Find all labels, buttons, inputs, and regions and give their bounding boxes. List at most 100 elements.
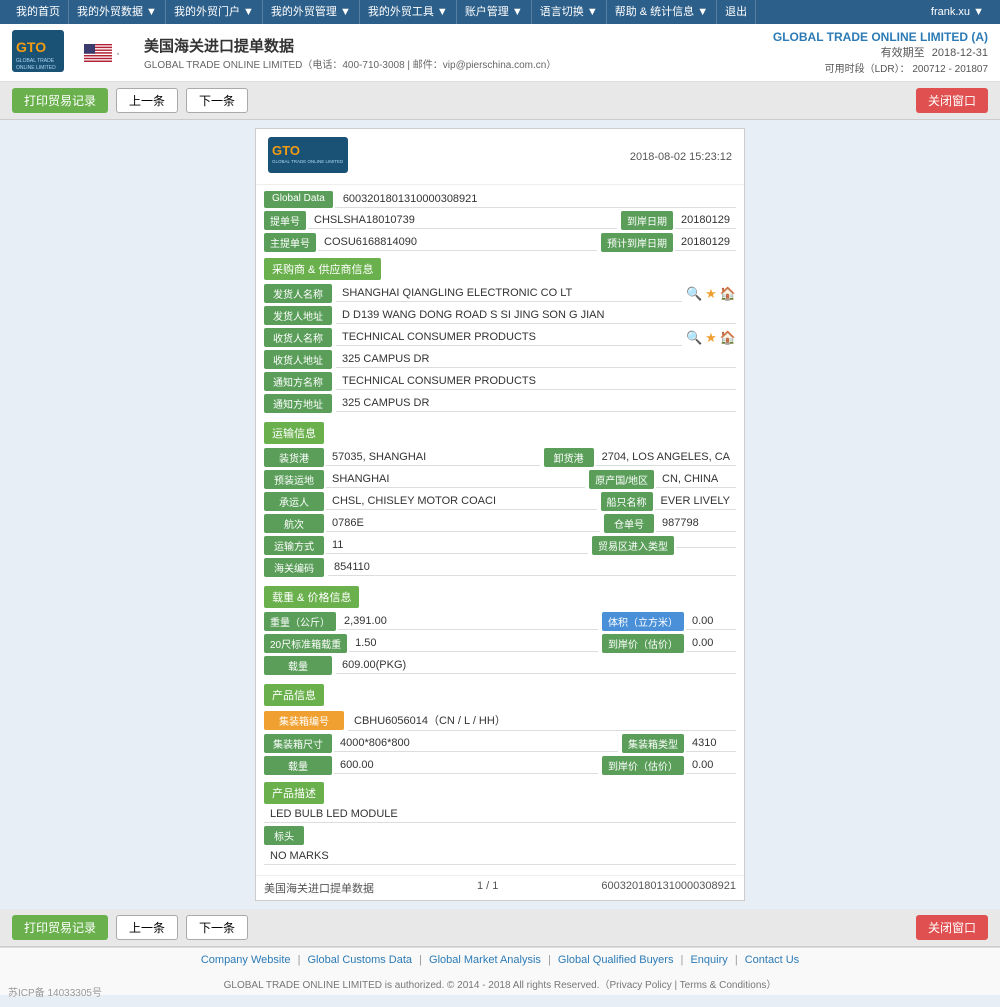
footer-global-customs[interactable]: Global Customs Data (308, 954, 413, 966)
weight-label: 重量（公斤） (264, 612, 336, 631)
search-icon[interactable]: 🔍 (686, 286, 702, 302)
nav-logout[interactable]: 退出 (717, 0, 756, 24)
star-icon[interactable]: ★ (705, 286, 717, 302)
footer-qualified-buyers[interactable]: Global Qualified Buyers (558, 954, 674, 966)
flag-separator: · (116, 46, 120, 60)
nav-account[interactable]: 账户管理 ▼ (457, 0, 532, 24)
master-bill-value: COSU6168814090 (318, 234, 597, 251)
top-toolbar: 打印贸易记录 上一条 下一条 关闭窗口 (0, 82, 1000, 120)
customs-code-label: 海关编码 (264, 558, 324, 577)
svg-text:ONLINE LIMITED: ONLINE LIMITED (16, 65, 56, 71)
shipping-section: 运输信息 装货港 57035, SHANGHAI 卸货港 2704, LOS A… (256, 422, 744, 586)
marks-row: 标头 (264, 826, 736, 845)
arrival-date-value: 20180129 (675, 212, 736, 229)
footer-company-website[interactable]: Company Website (201, 954, 291, 966)
nav-data[interactable]: 我的外贸数据 ▼ (69, 0, 166, 24)
container-no-label: 集装箱编号 (264, 711, 344, 730)
bottom-print-button[interactable]: 打印贸易记录 (12, 915, 108, 940)
close-button[interactable]: 关闭窗口 (916, 88, 988, 113)
shipper-addr-label: 发货人地址 (264, 306, 332, 325)
teu-estprice-row: 20尺标准箱载重 1.50 到岸价（估价） 0.00 (264, 634, 736, 653)
flag-area: · (84, 44, 120, 62)
product-quantity-label: 载量 (264, 756, 332, 775)
shipping-title: 运输信息 (264, 422, 324, 444)
carrier-value: CHSL, CHISLEY MOTOR COACI (326, 493, 597, 510)
quantity-label: 载量 (264, 656, 332, 675)
pagination-row: 美国海关进口提单数据 1 / 1 6003201801310000308921 (256, 875, 744, 900)
carrier-vessel-row: 承运人 CHSL, CHISLEY MOTOR COACI 船只名称 EVER … (264, 492, 736, 511)
port-row: 装货港 57035, SHANGHAI 卸货港 2704, LOS ANGELE… (264, 448, 736, 467)
footer-market-analysis[interactable]: Global Market Analysis (429, 954, 541, 966)
vessel-value: EVER LIVELY (655, 493, 737, 510)
master-bill-label: 主提单号 (264, 233, 316, 252)
discharge-port-value: 2704, LOS ANGELES, CA (596, 449, 736, 466)
load-port-value: 57035, SHANGHAI (326, 449, 540, 466)
global-data-row: Global Data 6003201801310000308921 (264, 191, 736, 208)
origin-label: 原产国/地区 (589, 470, 654, 489)
consignee-star-icon[interactable]: ★ (705, 330, 717, 346)
page-title: 美国海关进口提单数据 (144, 35, 556, 56)
page-number: 1 / 1 (477, 880, 498, 896)
notify-addr-value: 325 CAMPUS DR (336, 395, 736, 412)
shipper-icons: 🔍 ★ 🏠 (686, 286, 736, 302)
shipper-name-label: 发货人名称 (264, 284, 332, 303)
prev-button[interactable]: 上一条 (116, 88, 178, 113)
product-desc-title: 产品描述 (264, 782, 324, 804)
user-account[interactable]: frank.xu ▼ (923, 6, 992, 18)
est-arrival-label: 预计到岸日期 (601, 233, 673, 252)
svg-text:GLOBAL TRADE ONLINE LIMITED: GLOBAL TRADE ONLINE LIMITED (272, 159, 344, 164)
transport-mode-label: 运输方式 (264, 536, 324, 555)
validity-line: 有效期至 2018-12-31 (773, 44, 988, 60)
print-button[interactable]: 打印贸易记录 (12, 88, 108, 113)
product-quantity-value: 600.00 (334, 757, 598, 774)
ftz-type-value (676, 543, 736, 548)
customs-code-row: 海关编码 854110 (264, 558, 736, 577)
product-title: 产品信息 (264, 684, 324, 706)
bill-label: 提单号 (264, 211, 306, 230)
header-right: GLOBAL TRADE ONLINE LIMITED (A) 有效期至 201… (773, 30, 988, 75)
bottom-close-button[interactable]: 关闭窗口 (916, 915, 988, 940)
container-no-row: 集装箱编号 CBHU6056014（CN / L / HH） (264, 710, 736, 731)
nav-manage[interactable]: 我的外贸管理 ▼ (263, 0, 360, 24)
nav-portal[interactable]: 我的外贸门户 ▼ (166, 0, 263, 24)
load-port-label: 装货港 (264, 448, 324, 467)
bottom-next-button[interactable]: 下一条 (186, 915, 248, 940)
content-area: GTO GLOBAL TRADE ONLINE LIMITED 2018-08-… (0, 120, 1000, 909)
notify-name-row: 通知方名称 TECHNICAL CONSUMER PRODUCTS (264, 372, 736, 391)
consignee-addr-row: 收货人地址 325 CAMPUS DR (264, 350, 736, 369)
nav-language[interactable]: 语言切换 ▼ (532, 0, 607, 24)
container-type-value: 4310 (686, 735, 736, 752)
logo-area: GTO GLOBAL TRADE ONLINE LIMITED (12, 30, 556, 75)
nav-tools[interactable]: 我的外贸工具 ▼ (360, 0, 457, 24)
marks-value: NO MARKS (264, 848, 736, 865)
header-title: 美国海关进口提单数据 GLOBAL TRADE ONLINE LIMITED（电… (144, 35, 556, 71)
consignee-name-row: 收货人名称 TECHNICAL CONSUMER PRODUCTS 🔍 ★ 🏠 (264, 328, 736, 347)
svg-text:GLOBAL TRADE: GLOBAL TRADE (16, 58, 55, 64)
consignee-search-icon[interactable]: 🔍 (686, 330, 702, 346)
notify-name-value: TECHNICAL CONSUMER PRODUCTS (336, 373, 736, 390)
volume-value: 0.00 (686, 613, 736, 630)
document-box: GTO GLOBAL TRADE ONLINE LIMITED 2018-08-… (255, 128, 745, 901)
global-data-label: Global Data (264, 191, 333, 208)
page-header: GTO GLOBAL TRADE ONLINE LIMITED (0, 24, 1000, 82)
shipper-addr-row: 发货人地址 D D139 WANG DONG ROAD S SI JING SO… (264, 306, 736, 325)
nav-help[interactable]: 帮助 & 统计信息 ▼ (607, 0, 717, 24)
pre-transport-value: SHANGHAI (326, 471, 585, 488)
footer-contact-us[interactable]: Contact Us (745, 954, 799, 966)
next-button[interactable]: 下一条 (186, 88, 248, 113)
consignee-home-icon[interactable]: 🏠 (720, 330, 736, 346)
origin-value: CN, CHINA (656, 471, 736, 488)
product-price-label: 到岸价（估价） (602, 756, 684, 775)
transport-ftz-row: 运输方式 11 贸易区进入类型 (264, 536, 736, 555)
global-data-value: 6003201801310000308921 (335, 191, 736, 208)
buyer-supplier-title: 采购商 & 供应商信息 (264, 258, 381, 280)
bottom-prev-button[interactable]: 上一条 (116, 915, 178, 940)
footer-links: Company Website | Global Customs Data | … (0, 947, 1000, 972)
transport-mode-value: 11 (326, 537, 588, 554)
container-size-value: 4000*806*800 (334, 735, 618, 752)
home-icon[interactable]: 🏠 (720, 286, 736, 302)
footer-enquiry[interactable]: Enquiry (690, 954, 727, 966)
nav-home[interactable]: 我的首页 (8, 0, 69, 24)
ldr-line: 可用时段（LDR）： 200712 - 201807 (773, 60, 988, 75)
buyer-supplier-section: 采购商 & 供应商信息 发货人名称 SHANGHAI QIANGLING ELE… (256, 258, 744, 422)
